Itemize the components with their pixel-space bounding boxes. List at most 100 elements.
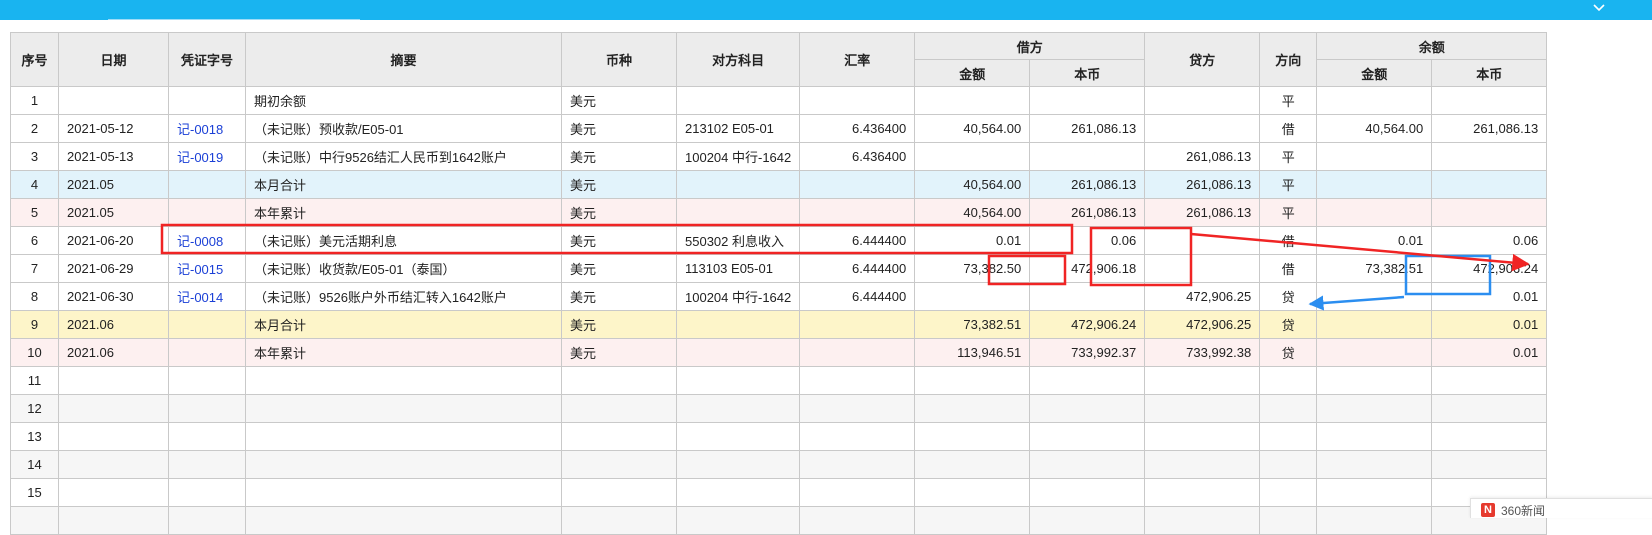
cell-voucher[interactable] — [168, 170, 246, 199]
cell-date: 2021.06 — [58, 338, 169, 367]
cell-direction — [1259, 450, 1318, 479]
table-row[interactable]: 8 2021-06-30 记-0014 （未记账）9526账户外币结汇转入1642账户… — [10, 282, 1548, 311]
header-summary[interactable]: 摘要 — [245, 32, 562, 87]
chevron-down-icon[interactable] — [1592, 1, 1606, 15]
header-balance-amount[interactable]: 金额 — [1316, 59, 1433, 87]
cell-rate: 6.436400 — [799, 142, 916, 171]
cell-rate: 6.444400 — [799, 226, 916, 255]
cell-balance-amount — [1316, 338, 1433, 367]
table-row[interactable]: 5 2021.05 本年累计 美元 40,564.00 261,086.13 261,086… — [10, 198, 1548, 227]
cell-debit-amount: 40,564.00 — [914, 170, 1031, 199]
cell-date — [58, 478, 169, 507]
table-row[interactable]: 6 2021-06-20 记-0008 （未记账）美元活期利息 美元 550302 利息收… — [10, 226, 1548, 255]
table-row[interactable]: 4 2021.05 本月合计 美元 40,564.00 261,086.13 261,086… — [10, 170, 1548, 199]
cell-seq: 7 — [10, 254, 59, 283]
cell-summary: 本月合计 — [245, 170, 562, 199]
cell-currency — [561, 366, 677, 395]
cell-direction: 借 — [1259, 226, 1318, 255]
cell-counter-account: 100204 中行-1642 — [675, 142, 801, 171]
cell-debit-amount — [914, 422, 1031, 451]
cell-voucher[interactable] — [168, 506, 246, 535]
cell-debit-amount: 40,564.00 — [914, 114, 1031, 143]
cell-credit: 261,086.13 — [1144, 198, 1261, 227]
cell-date — [58, 366, 169, 395]
header-date[interactable]: 日期 — [58, 32, 169, 87]
cell-credit: 733,992.38 — [1144, 338, 1261, 367]
news-popup-text[interactable]: 360新闻 — [1501, 502, 1545, 519]
table-row[interactable]: 9 2021.06 本月合计 美元 73,382.51 472,906.24 472,906… — [10, 310, 1548, 339]
cell-seq: 2 — [10, 114, 59, 143]
cell-seq: 15 — [10, 478, 59, 507]
cell-rate: 6.444400 — [799, 282, 916, 311]
cell-counter-account — [675, 338, 801, 367]
table-row[interactable]: 11 — [10, 366, 1548, 395]
cell-balance-local — [1431, 142, 1548, 171]
table-row[interactable]: 3 2021-05-13 记-0019 （未记账）中行9526结汇人民币到1642账户… — [10, 142, 1548, 171]
cell-credit: 472,906.25 — [1144, 310, 1261, 339]
cell-summary: 本年累计 — [245, 198, 562, 227]
header-counter-account[interactable]: 对方科目 — [675, 32, 801, 87]
cell-seq — [10, 506, 59, 535]
header-debit-local[interactable]: 本币 — [1029, 59, 1146, 87]
cell-voucher[interactable]: 记-0019 — [168, 142, 246, 171]
table-row[interactable]: 13 — [10, 422, 1548, 451]
cell-balance-amount — [1316, 478, 1433, 507]
header-direction[interactable]: 方向 — [1259, 32, 1318, 87]
cell-voucher[interactable]: 记-0018 — [168, 114, 246, 143]
header-balance[interactable]: 余额 — [1316, 32, 1548, 60]
cell-debit-amount: 40,564.00 — [914, 198, 1031, 227]
cell-voucher[interactable] — [168, 422, 246, 451]
cell-rate — [799, 170, 916, 199]
cell-balance-local — [1431, 422, 1548, 451]
news-popup[interactable]: N 360新闻 — [1470, 498, 1652, 518]
cell-voucher[interactable] — [168, 394, 246, 423]
cell-voucher[interactable]: 记-0014 — [168, 282, 246, 311]
cell-summary — [245, 366, 562, 395]
header-debit[interactable]: 借方 — [914, 32, 1146, 60]
cell-rate — [799, 366, 916, 395]
table-row[interactable]: 7 2021-06-29 记-0015 （未记账）收货款/E05-01（泰国） 美元 11… — [10, 254, 1548, 283]
cell-voucher[interactable] — [168, 338, 246, 367]
cell-voucher[interactable] — [168, 366, 246, 395]
cell-date: 2021.06 — [58, 310, 169, 339]
header-currency[interactable]: 币种 — [561, 32, 677, 87]
cell-debit-local: 472,906.18 — [1029, 254, 1146, 283]
cell-voucher[interactable] — [168, 478, 246, 507]
cell-date — [58, 394, 169, 423]
cell-balance-local — [1431, 450, 1548, 479]
cell-balance-local — [1431, 366, 1548, 395]
header-voucher[interactable]: 凭证字号 — [168, 32, 246, 87]
table-row[interactable]: 2 2021-05-12 记-0018 （未记账）预收款/E05-01 美元 213102… — [10, 114, 1548, 143]
cell-voucher[interactable]: 记-0015 — [168, 254, 246, 283]
cell-seq: 8 — [10, 282, 59, 311]
cell-balance-local: 0.01 — [1431, 282, 1548, 311]
cell-currency: 美元 — [561, 282, 677, 311]
cell-voucher[interactable] — [168, 310, 246, 339]
cell-currency: 美元 — [561, 142, 677, 171]
table-row[interactable]: 10 2021.06 本年累计 美元 113,946.51 733,992.37 733,9… — [10, 338, 1548, 367]
cell-date: 2021-06-29 — [58, 254, 169, 283]
table-row[interactable] — [10, 506, 1548, 535]
cell-voucher[interactable] — [168, 86, 246, 115]
table-row[interactable]: 1 期初余额 美元 平 — [10, 86, 1548, 115]
cell-balance-amount: 0.01 — [1316, 226, 1433, 255]
header-debit-amount[interactable]: 金额 — [914, 59, 1031, 87]
header-balance-local[interactable]: 本币 — [1431, 59, 1548, 87]
table-row[interactable]: 15 — [10, 478, 1548, 507]
cell-voucher[interactable] — [168, 450, 246, 479]
header-credit[interactable]: 贷方 — [1144, 32, 1261, 87]
header-seq[interactable]: 序号 — [10, 32, 59, 87]
cell-debit-local: 472,906.24 — [1029, 310, 1146, 339]
cell-voucher[interactable] — [168, 198, 246, 227]
cell-counter-account — [675, 506, 801, 535]
cell-counter-account: 213102 E05-01 — [675, 114, 801, 143]
table-row[interactable]: 12 — [10, 394, 1548, 423]
cell-date — [58, 422, 169, 451]
table-row[interactable]: 14 — [10, 450, 1548, 479]
header-rate[interactable]: 汇率 — [799, 32, 916, 87]
cell-counter-account — [675, 394, 801, 423]
cell-rate — [799, 310, 916, 339]
cell-balance-amount — [1316, 394, 1433, 423]
cell-voucher[interactable]: 记-0008 — [168, 226, 246, 255]
cell-seq: 13 — [10, 422, 59, 451]
